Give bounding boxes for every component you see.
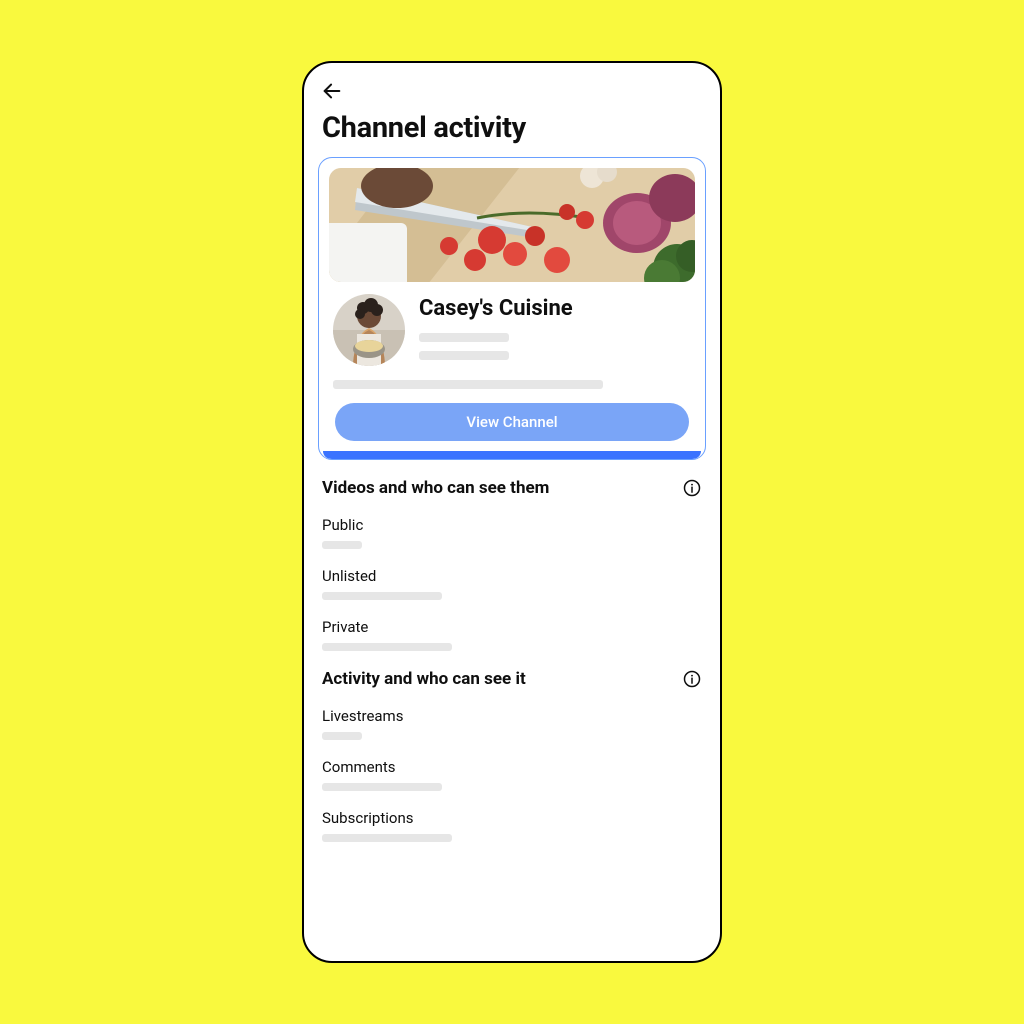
info-icon [682, 478, 702, 498]
channel-avatar [333, 294, 405, 366]
item-label: Unlisted [322, 567, 702, 585]
info-icon [682, 669, 702, 689]
visibility-unlisted[interactable]: Unlisted [322, 567, 702, 600]
skeleton-line [322, 541, 362, 549]
section-videos: Videos and who can see them Public Unlis… [318, 478, 706, 651]
skeleton-line [419, 351, 509, 360]
arrow-left-icon [321, 80, 343, 102]
skeleton-line [419, 333, 509, 342]
skeleton-line [322, 783, 442, 791]
top-bar [304, 63, 720, 105]
channel-meta: Casey's Cuisine [419, 294, 573, 360]
activity-subscriptions[interactable]: Subscriptions [322, 809, 702, 842]
phone-frame: Channel activity [302, 61, 722, 963]
skeleton-line [322, 732, 362, 740]
item-label: Comments [322, 758, 702, 776]
activity-comments[interactable]: Comments [322, 758, 702, 791]
back-button[interactable] [318, 77, 346, 105]
skeleton-line [322, 643, 452, 651]
channel-banner [329, 168, 695, 282]
scroll-content: Casey's Cuisine View Channel Videos and … [304, 157, 720, 852]
visibility-private[interactable]: Private [322, 618, 702, 651]
visibility-public[interactable]: Public [322, 516, 702, 549]
skeleton-line [322, 834, 452, 842]
item-label: Private [322, 618, 702, 636]
info-button-activity[interactable] [682, 669, 702, 689]
channel-name: Casey's Cuisine [419, 296, 573, 321]
section-title: Videos and who can see them [322, 478, 549, 498]
info-button-videos[interactable] [682, 478, 702, 498]
skeleton-line [333, 380, 603, 389]
skeleton-line [322, 592, 442, 600]
section-title: Activity and who can see it [322, 669, 526, 689]
item-label: Subscriptions [322, 809, 702, 827]
item-label: Livestreams [322, 707, 702, 725]
view-channel-button[interactable]: View Channel [335, 403, 689, 441]
channel-card: Casey's Cuisine View Channel [318, 157, 706, 460]
view-channel-label: View Channel [466, 413, 557, 431]
activity-livestreams[interactable]: Livestreams [322, 707, 702, 740]
page-title: Channel activity [304, 105, 720, 157]
section-activity: Activity and who can see it Livestreams … [318, 669, 706, 842]
item-label: Public [322, 516, 702, 534]
